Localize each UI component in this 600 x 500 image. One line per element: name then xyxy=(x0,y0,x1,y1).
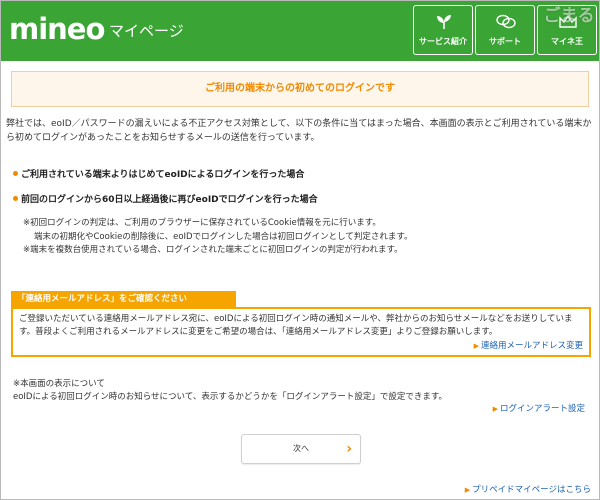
notes-block: ※初回ログインの判定は、ご利用のブラウザーに保存されているCookie情報を元に… xyxy=(23,217,593,258)
triangle-right-icon: ▶ xyxy=(473,342,479,350)
prepaid-mypage-link[interactable]: ▶ プリペイドマイページはこちら xyxy=(465,484,591,496)
crown-icon xyxy=(538,13,596,31)
note-line: ※端末を複数台使用されている場合、ログインされた端末ごとに初回ログインの判定が行… xyxy=(23,245,403,255)
mail-section-text: ご登録いただいている連絡用メールアドレス宛に、eoIDによる初回ログイン時の通知… xyxy=(19,314,573,337)
triangle-right-icon: ▶ xyxy=(464,486,471,494)
change-email-link[interactable]: ▶ 連絡用メールアドレス変更 xyxy=(474,340,583,352)
condition-item: ご利用されている端末よりはじめてeoIDによるログインを行った場合 xyxy=(13,169,304,181)
mineo-king-label: マイネ王 xyxy=(551,37,583,46)
header-bar: mineo マイページ サービス紹介 サポート マイネ王 ごまる xyxy=(1,1,599,61)
mypage-title: マイページ xyxy=(109,22,184,40)
mineo-logo[interactable]: mineo xyxy=(9,12,105,46)
condition-text: ご利用されている端末よりはじめてeoIDによるログインを行った場合 xyxy=(21,170,305,180)
mail-section-box: ご登録いただいている連絡用メールアドレス宛に、eoIDによる初回ログイン時の通知… xyxy=(11,307,591,357)
change-email-label: 連絡用メールアドレス変更 xyxy=(480,341,583,351)
login-alert-label: ログインアラート設定 xyxy=(499,404,585,414)
support-button[interactable]: サポート xyxy=(475,5,535,55)
triangle-right-icon: ▶ xyxy=(492,405,498,413)
support-label: サポート xyxy=(489,37,521,46)
note-line: 端末の初期化やCookieの削除後に、eoIDでログインした場合は初回ログインと… xyxy=(34,231,413,242)
page-frame: mineo マイページ サービス紹介 サポート マイネ王 ごまる ご利用の端末か… xyxy=(0,0,600,500)
page-title: ご利用の端末からの初めてのログインです xyxy=(11,71,589,107)
display-setting-text: ※本画面の表示について eoIDによる初回ログイン時のお知らせについて、表示する… xyxy=(13,378,589,404)
service-intro-button[interactable]: サービス紹介 xyxy=(413,5,473,55)
mineo-king-button[interactable]: マイネ王 xyxy=(537,5,597,55)
login-alert-setting-link[interactable]: ▶ ログインアラート設定 xyxy=(493,403,585,415)
bullet-dot-icon xyxy=(13,196,18,201)
bullet-dot-icon xyxy=(13,171,18,176)
next-label: 次へ xyxy=(293,444,309,453)
intro-text: 弊社では、eoID／パスワードの漏えいによる不正アクセス対策として、以下の条件に… xyxy=(6,119,592,143)
prepaid-mypage-label: プリペイドマイページはこちら xyxy=(472,485,591,495)
condition-text: 前回のログインから60日以上経過後に再びeoIDでログインを行った場合 xyxy=(21,195,318,205)
chat-bubbles-icon xyxy=(476,13,534,31)
note-line: ※初回ログインの判定は、ご利用のブラウザーに保存されているCookie情報を元に… xyxy=(23,218,381,228)
display-note-title: ※本画面の表示について xyxy=(13,379,105,389)
mail-section-heading: 「連絡用メールアドレス」をご確認ください xyxy=(11,291,236,307)
service-intro-label: サービス紹介 xyxy=(419,37,467,46)
chevron-right-icon: › xyxy=(346,441,352,457)
sprout-icon xyxy=(414,13,472,31)
condition-item: 前回のログインから60日以上経過後に再びeoIDでログインを行った場合 xyxy=(13,194,318,206)
next-button[interactable]: 次へ › xyxy=(241,434,361,464)
